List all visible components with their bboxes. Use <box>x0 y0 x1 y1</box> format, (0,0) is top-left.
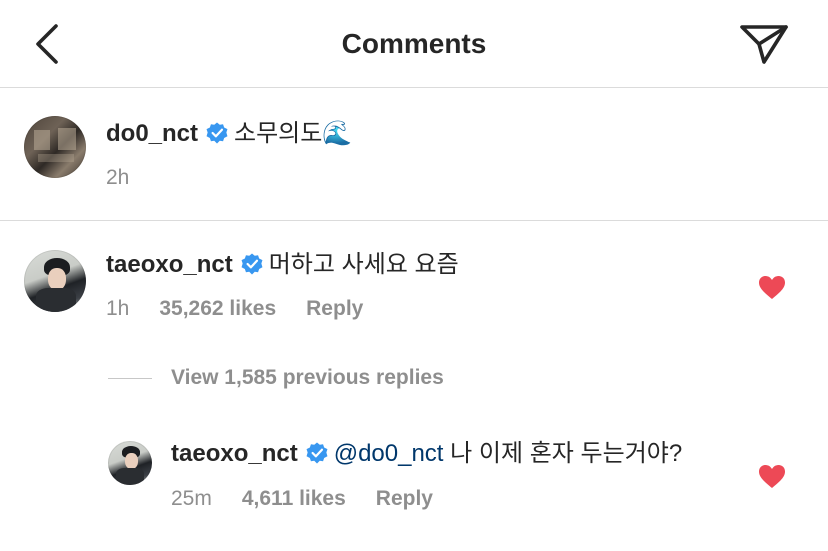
comment-text: 머하고 사세요 요즘 <box>268 251 459 278</box>
reply-username[interactable]: taeoxo_nct <box>171 440 298 467</box>
caption-line: do0_nct 소무의도🌊 <box>106 119 352 149</box>
caption-username[interactable]: do0_nct <box>106 120 198 147</box>
reply-likes[interactable]: 4,611 likes <box>242 487 346 510</box>
comment-meta: 1h 35,262 likes Reply <box>106 297 393 321</box>
comment-username[interactable]: taeoxo_nct <box>106 251 233 278</box>
verified-badge-icon <box>241 253 263 275</box>
caption-time: 2h <box>106 166 130 189</box>
verified-badge-icon <box>206 122 228 144</box>
view-replies-label: View 1,585 previous replies <box>171 366 444 389</box>
verified-badge-icon <box>306 442 328 464</box>
reply-reply-button[interactable]: Reply <box>376 487 433 510</box>
caption-text: 소무의도🌊 <box>234 120 353 147</box>
reply-text: 나 이제 혼자 두는거야? <box>450 440 683 467</box>
paper-plane-icon <box>740 25 788 64</box>
view-replies-button[interactable]: View 1,585 previous replies <box>108 366 444 396</box>
comment-time: 1h <box>106 297 130 320</box>
heart-icon[interactable] <box>758 464 786 490</box>
comment-reply-button[interactable]: Reply <box>306 297 363 320</box>
avatar[interactable] <box>24 250 86 312</box>
page-title: Comments <box>341 28 487 59</box>
comment-likes[interactable]: 35,262 likes <box>159 297 276 320</box>
reply-line: taeoxo_nct @do0_nct 나 이제 혼자 두는거야? <box>171 439 682 469</box>
divider <box>108 377 152 379</box>
avatar[interactable] <box>108 441 152 485</box>
post-caption: do0_nct 소무의도🌊 2h <box>0 88 828 221</box>
header-bar: Comments <box>0 0 828 88</box>
reply-meta: 25m 4,611 likes Reply <box>171 487 463 511</box>
avatar[interactable] <box>24 116 86 178</box>
reply-mention-link[interactable]: @do0_nct <box>334 440 444 467</box>
share-button[interactable] <box>738 22 790 66</box>
comment-line: taeoxo_nct 머하고 사세요 요즘 <box>106 250 459 280</box>
caption-meta: 2h <box>106 166 159 190</box>
reply-time: 25m <box>171 487 212 510</box>
heart-icon[interactable] <box>758 275 786 301</box>
